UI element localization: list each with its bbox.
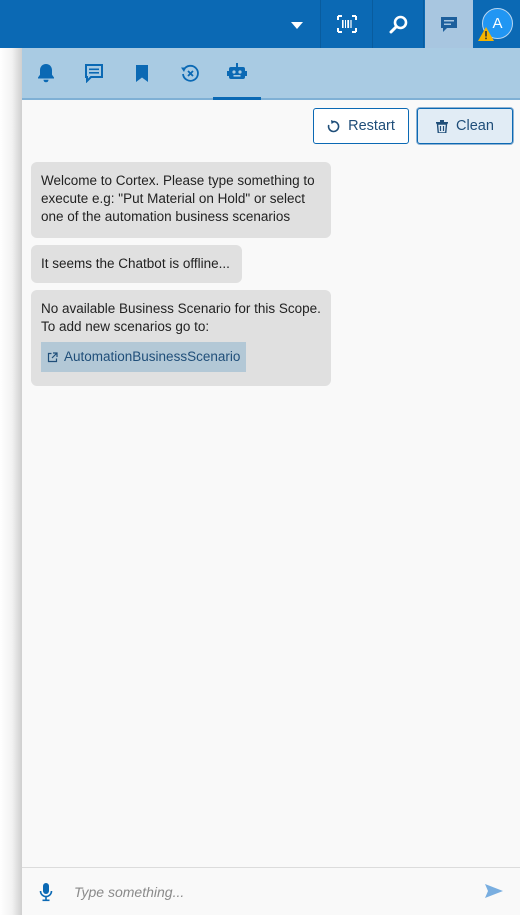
message-text: Welcome to Cortex. Please type something… xyxy=(41,173,315,224)
external-link-icon xyxy=(47,351,58,362)
scenario-link-label: AutomationBusinessScenario xyxy=(64,349,241,364)
chat-message: It seems the Chatbot is offline... xyxy=(31,245,242,283)
microphone-icon[interactable] xyxy=(38,882,54,902)
search-button[interactable] xyxy=(374,0,422,48)
divider xyxy=(372,0,373,48)
trash-icon xyxy=(436,119,449,133)
warning-icon xyxy=(478,27,494,41)
chevron-down-icon[interactable] xyxy=(286,18,308,32)
chat-button[interactable] xyxy=(425,0,473,48)
scenario-link[interactable]: AutomationBusinessScenario xyxy=(41,342,247,372)
divider xyxy=(423,0,424,48)
search-icon xyxy=(389,15,407,33)
divider xyxy=(320,0,321,48)
restart-button[interactable]: Restart xyxy=(313,108,409,144)
bell-icon xyxy=(38,64,54,83)
message-text: No available Business Scenario for this … xyxy=(41,301,321,334)
tab-cancel-history[interactable] xyxy=(166,48,214,98)
top-bar: A xyxy=(0,0,520,48)
tab-bookmarks[interactable] xyxy=(118,48,166,98)
bookmark-icon xyxy=(136,64,148,82)
clean-label: Clean xyxy=(456,118,494,134)
restart-label: Restart xyxy=(348,118,395,134)
history-cancel-icon xyxy=(181,64,199,82)
message-text: It seems the Chatbot is offline... xyxy=(41,256,230,271)
panel-tabs xyxy=(22,48,520,100)
tab-messages[interactable] xyxy=(70,48,118,98)
barcode-icon xyxy=(337,15,357,33)
chat-input-bar xyxy=(22,867,520,915)
chat-icon xyxy=(441,16,457,32)
chat-message: Welcome to Cortex. Please type something… xyxy=(31,162,331,238)
panel-shadow xyxy=(0,48,22,915)
chat-input[interactable] xyxy=(74,880,474,904)
tab-notifications[interactable] xyxy=(22,48,70,98)
barcode-button[interactable] xyxy=(323,0,371,48)
restart-icon xyxy=(327,119,340,132)
chat-message: No available Business Scenario for this … xyxy=(31,290,331,386)
tab-chatbot[interactable] xyxy=(213,48,261,100)
message-icon xyxy=(85,64,103,83)
send-icon[interactable] xyxy=(484,881,504,901)
robot-icon xyxy=(227,63,247,79)
side-panel: Restart Clean Welcome to Cortex. Please … xyxy=(22,48,520,915)
clean-button[interactable]: Clean xyxy=(417,108,513,144)
